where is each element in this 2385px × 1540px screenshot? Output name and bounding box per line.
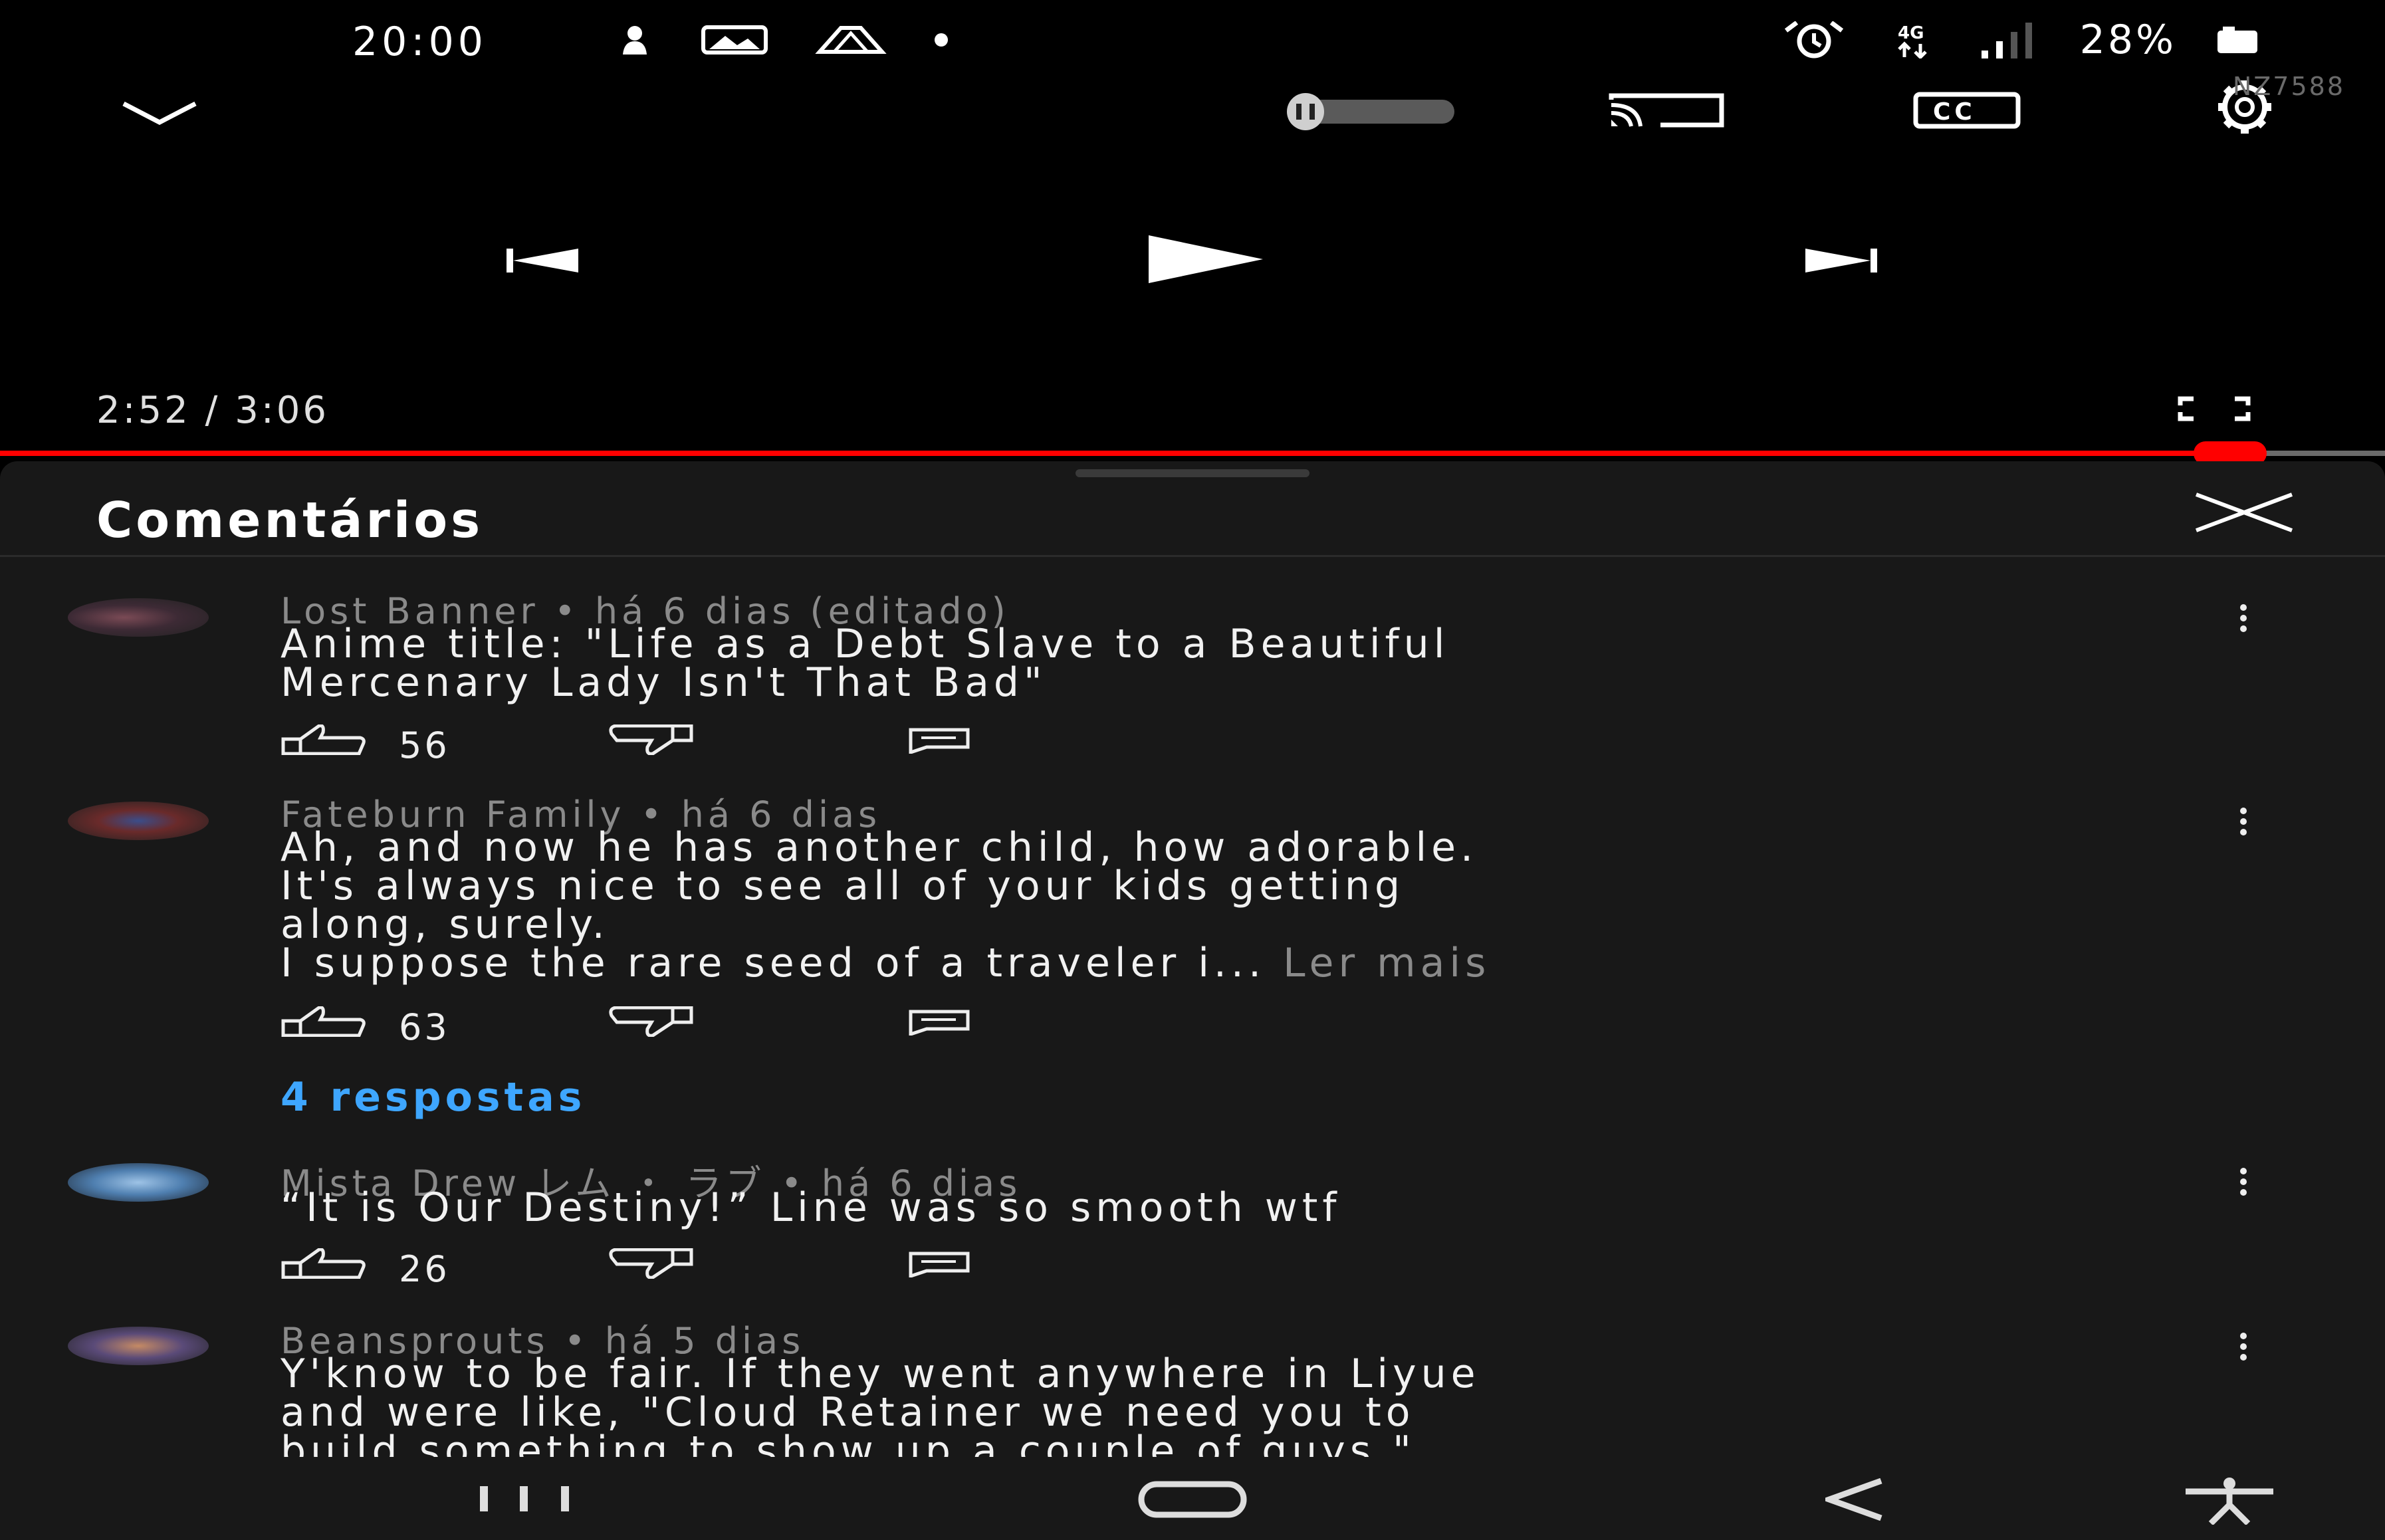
like-icon[interactable] bbox=[281, 1248, 367, 1279]
avatar[interactable] bbox=[68, 802, 209, 840]
dislike-icon[interactable] bbox=[606, 1248, 694, 1279]
progress-bar-played bbox=[0, 451, 2230, 456]
dislike-icon[interactable] bbox=[606, 1006, 694, 1037]
accessibility-icon[interactable] bbox=[2182, 1477, 2277, 1525]
play-icon[interactable] bbox=[1147, 234, 1264, 284]
status-icons-right: 4G 28% bbox=[1782, 17, 2259, 63]
reply-icon[interactable] bbox=[908, 1009, 970, 1036]
recent-apps-icon[interactable] bbox=[477, 1484, 573, 1514]
reply-icon[interactable] bbox=[908, 727, 970, 754]
gallery-icon bbox=[701, 25, 768, 55]
comment-text: Anime title: "Life as a Debt Slave to a … bbox=[281, 621, 1450, 706]
comment-item: Beansprouts • há 5 dias Y'know to be fai… bbox=[0, 1313, 2385, 1457]
comment-text: Y'know to be fair. If they went anywhere… bbox=[281, 1351, 1480, 1457]
watermark-text: NZ7588 bbox=[2232, 72, 2345, 101]
svg-text:CC: CC bbox=[1933, 98, 1976, 126]
collapse-chevron-icon[interactable] bbox=[120, 100, 199, 126]
autoplay-toggle[interactable] bbox=[1248, 93, 1458, 130]
battery-icon bbox=[2217, 27, 2257, 53]
comment-text: Ah, and now he has another child, how ad… bbox=[281, 827, 2208, 983]
avatar[interactable] bbox=[68, 1163, 209, 1202]
signal-icon bbox=[1981, 23, 2032, 58]
cast-icon[interactable] bbox=[1607, 93, 1726, 128]
read-more-link[interactable]: Ler mais bbox=[1283, 940, 1490, 986]
fullscreen-icon[interactable] bbox=[2178, 396, 2251, 421]
status-time: 20:00 bbox=[352, 19, 487, 65]
battery-percentage: 28% bbox=[2079, 17, 2176, 63]
drive-icon bbox=[815, 26, 887, 54]
svg-text:4G: 4G bbox=[1898, 23, 1924, 43]
dislike-icon[interactable] bbox=[606, 724, 694, 755]
previous-track-icon[interactable] bbox=[505, 247, 580, 274]
more-options-icon[interactable] bbox=[2233, 1162, 2253, 1202]
comment-item: Mista Drew レム ・ ラブ • há 6 dias “It is Ou… bbox=[0, 1149, 2385, 1295]
comment-text: “It is Our Destiny!” Line was so smooth … bbox=[281, 1184, 1341, 1231]
panel-drag-handle[interactable] bbox=[1076, 469, 1309, 477]
4g-icon: 4G bbox=[1898, 23, 1927, 58]
comment-item: Lost Banner • há 6 dias (editado) Anime … bbox=[0, 585, 2385, 766]
panel-divider bbox=[0, 555, 2385, 557]
avatar[interactable] bbox=[68, 1327, 209, 1365]
like-icon[interactable] bbox=[281, 1006, 367, 1037]
avatar[interactable] bbox=[68, 598, 209, 637]
more-options-icon[interactable] bbox=[2233, 598, 2253, 638]
alarm-icon bbox=[1784, 21, 1843, 58]
like-count: 26 bbox=[399, 1248, 450, 1290]
view-replies-link[interactable]: 4 respostas bbox=[281, 1074, 586, 1121]
close-icon[interactable] bbox=[2194, 492, 2295, 533]
captions-icon[interactable]: CC bbox=[1913, 92, 2021, 129]
video-time-display: 2:52 / 3:06 bbox=[96, 389, 329, 432]
like-icon[interactable] bbox=[281, 724, 367, 755]
home-icon[interactable] bbox=[1138, 1481, 1247, 1518]
comment-item: Fateburn Family • há 6 dias Ah, and now … bbox=[0, 788, 2385, 1048]
reply-icon[interactable] bbox=[908, 1251, 970, 1277]
more-options-icon[interactable] bbox=[2233, 1327, 2253, 1367]
like-count: 56 bbox=[399, 724, 450, 766]
comments-title: Comentários bbox=[96, 492, 484, 549]
status-icons-left bbox=[615, 20, 949, 60]
dot-icon bbox=[935, 33, 948, 47]
next-track-icon[interactable] bbox=[1804, 247, 1878, 274]
person-notification-icon bbox=[623, 26, 647, 55]
more-options-icon[interactable] bbox=[2233, 802, 2253, 841]
like-count: 63 bbox=[399, 1006, 450, 1048]
back-icon[interactable] bbox=[1825, 1478, 1884, 1521]
